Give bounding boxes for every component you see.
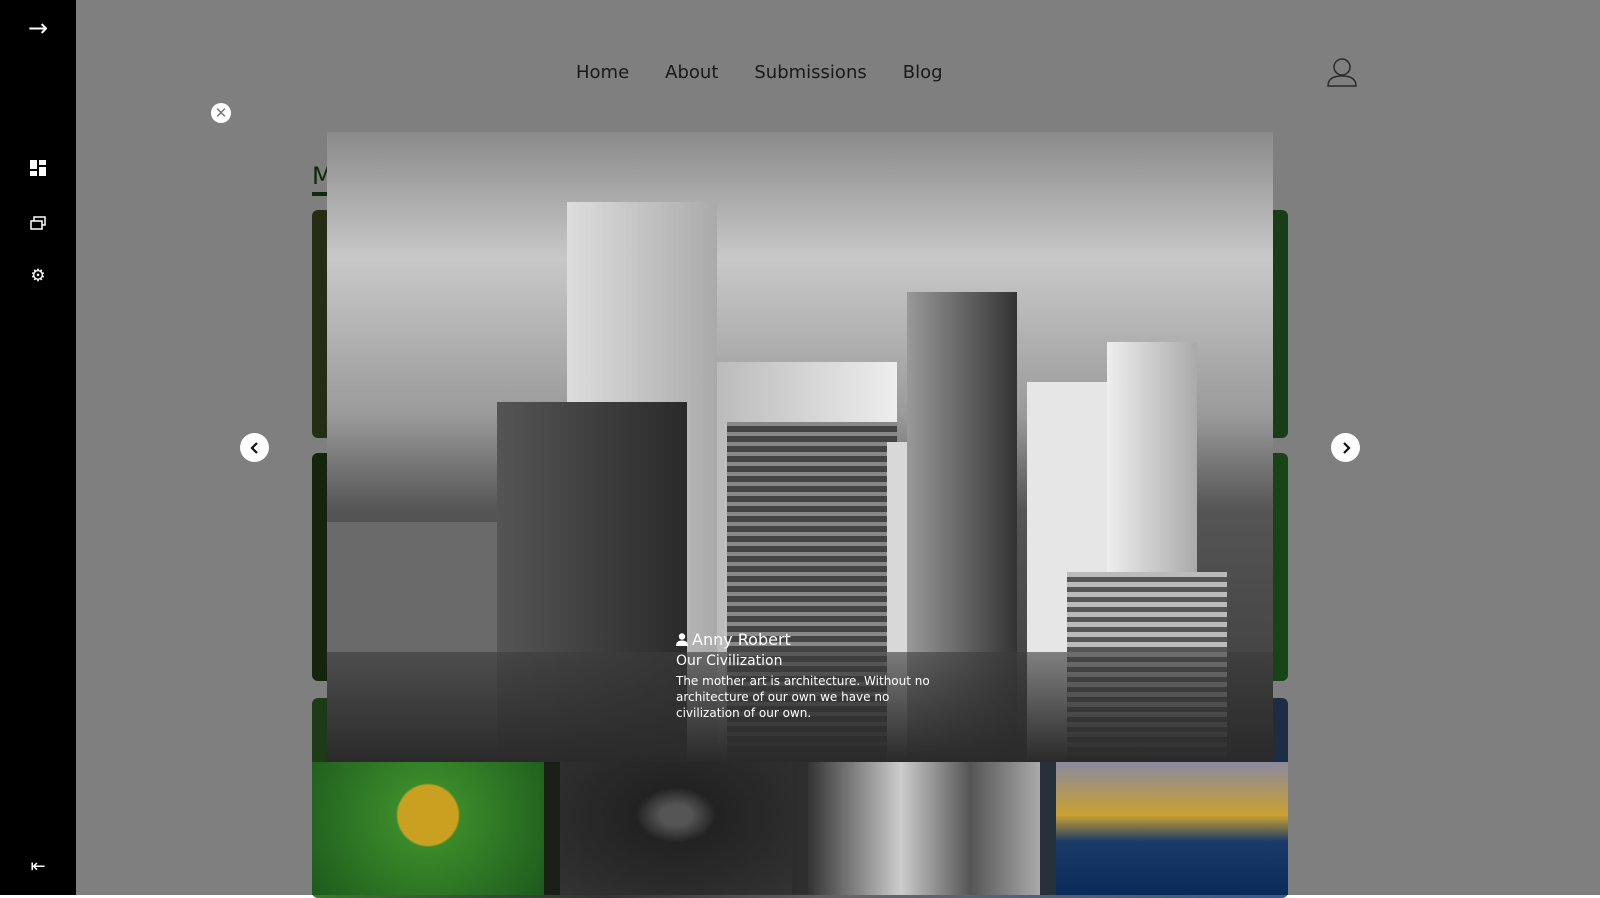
author-name: Anny Robert (692, 630, 791, 649)
person-icon (676, 633, 688, 646)
logout-icon[interactable]: ⇤ (0, 856, 76, 877)
author: Anny Robert (676, 630, 936, 649)
next-image-button[interactable] (1331, 433, 1360, 462)
gear-icon[interactable]: ⚙ (0, 266, 76, 286)
close-lightbox-button[interactable]: ✕ (211, 103, 231, 123)
chevron-right-icon (1342, 441, 1351, 454)
gallery-icon[interactable] (0, 215, 76, 234)
thumbnail-city[interactable] (808, 762, 1040, 895)
thumbnail-strip (312, 762, 1288, 895)
sidebar: → ⚙ ⇤ (0, 0, 76, 895)
expand-arrow-icon[interactable]: → (0, 14, 76, 42)
thumbnail-eye[interactable] (560, 762, 792, 895)
thumbnail-flower[interactable] (312, 762, 544, 895)
previous-image-button[interactable] (240, 433, 269, 462)
photo-title: Our Civilization (676, 653, 783, 669)
thumbnail-bridge[interactable] (1056, 762, 1288, 895)
photo-description: The mother art is architecture. Without … (676, 674, 930, 720)
chevron-left-icon (249, 441, 258, 454)
dashboard-icon[interactable] (0, 160, 76, 180)
photo-caption: Anny Robert Our Civilization The mother … (676, 630, 936, 721)
